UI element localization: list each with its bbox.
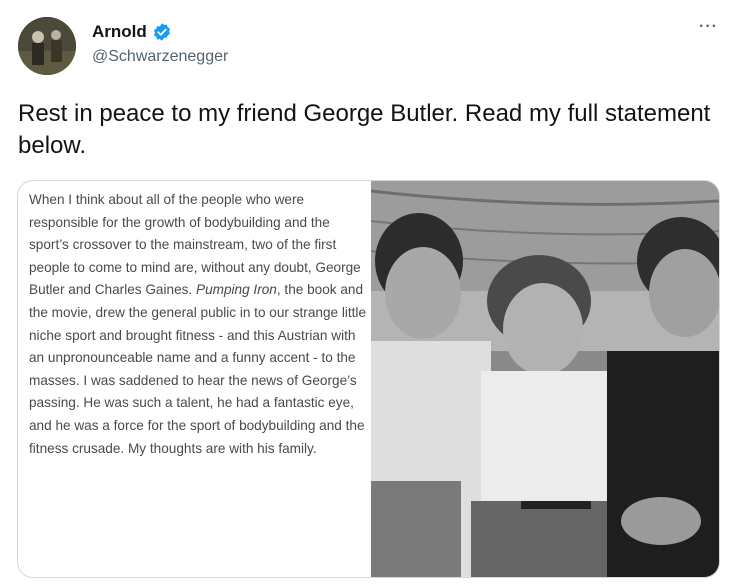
statement-part-2: , the book and the movie, drew the gener… [29, 282, 367, 456]
tweet-media[interactable]: When I think about all of the people who… [17, 180, 720, 578]
author-name-row: Arnold [92, 22, 172, 42]
verified-badge-icon [152, 22, 172, 42]
tweet-text: Rest in peace to my friend George Butler… [18, 100, 711, 159]
display-name[interactable]: Arnold [92, 22, 147, 42]
more-options-icon[interactable]: ··· [699, 18, 718, 36]
statement-text: When I think about all of the people who… [29, 189, 369, 460]
author-handle[interactable]: @Schwarzenegger [92, 48, 228, 66]
avatar[interactable] [18, 17, 76, 75]
photo [371, 181, 719, 577]
statement-italic-title: Pumping Iron [196, 282, 277, 298]
